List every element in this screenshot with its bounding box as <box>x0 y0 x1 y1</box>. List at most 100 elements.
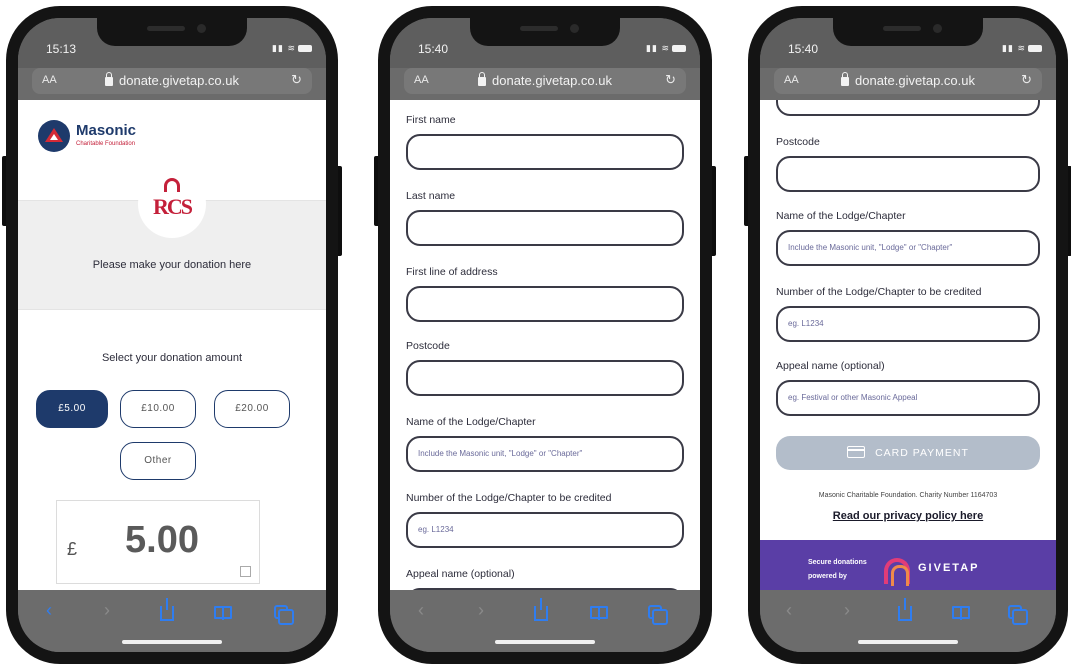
payment-page: Postcode Name of the Lodge/Chapter Inclu… <box>760 100 1056 590</box>
lock-icon <box>105 72 113 86</box>
signal-wifi-icon: ▮▮ ≋ <box>1002 43 1026 53</box>
amount-button-other[interactable]: Other <box>120 442 196 480</box>
back-icon[interactable]: ‹ <box>46 600 52 621</box>
lock-icon <box>478 72 486 86</box>
givetap-footer: Secure donations powered by GIVETAP <box>760 540 1056 590</box>
notch <box>833 18 983 46</box>
edit-icon <box>240 566 251 577</box>
url-display[interactable]: donate.givetap.co.uk <box>404 72 686 88</box>
brand-name: Masonic <box>76 122 137 139</box>
forward-icon[interactable]: › <box>104 600 110 621</box>
secure-line-1: Secure donations <box>808 559 867 566</box>
status-time: 15:13 <box>46 42 77 56</box>
rcs-logo: RCS <box>138 170 206 238</box>
share-icon[interactable] <box>534 598 548 621</box>
status-time: 15:40 <box>418 42 449 56</box>
url-display[interactable]: donate.givetap.co.uk <box>774 72 1042 88</box>
details-form-page: First name Last name First line of addre… <box>390 100 700 590</box>
phone-screen: 15:40 ▮▮ ≋ AA donate.givetap.co.uk ↻ Fir… <box>390 18 700 652</box>
back-icon[interactable]: ‹ <box>418 600 424 621</box>
phone-details-form: 15:40 ▮▮ ≋ AA donate.givetap.co.uk ↻ Fir… <box>374 6 716 664</box>
url-text: donate.givetap.co.uk <box>855 73 975 88</box>
notch <box>470 18 620 46</box>
privacy-policy-link[interactable]: Read our privacy policy here <box>760 510 1056 522</box>
share-icon[interactable] <box>898 598 912 621</box>
bookmarks-icon[interactable] <box>952 606 970 620</box>
appeal-name-label: Appeal name (optional) <box>406 568 515 580</box>
safari-toolbar: ‹ › <box>18 590 326 652</box>
phone-screen: 15:13 ▮▮ ≋ AA donate.givetap.co.uk ↻ Mas… <box>18 18 326 652</box>
appeal-name-field[interactable]: eg. Festival or other Masonic Appeal <box>776 380 1040 416</box>
home-indicator <box>122 640 222 644</box>
lodge-name-field[interactable]: Include the Masonic unit, "Lodge" or "Ch… <box>406 436 684 472</box>
postcode-label: Postcode <box>776 136 820 148</box>
card-payment-label: CARD PAYMENT <box>875 447 969 459</box>
safari-toolbar: ‹ › <box>760 590 1056 652</box>
address-bar[interactable]: AA donate.givetap.co.uk ↻ <box>774 68 1042 94</box>
forward-icon[interactable]: › <box>478 600 484 621</box>
url-display[interactable]: donate.givetap.co.uk <box>32 72 312 88</box>
battery-icon <box>672 45 686 52</box>
lodge-number-field[interactable]: eg. L1234 <box>406 512 684 548</box>
lodge-name-placeholder: Include the Masonic unit, "Lodge" or "Ch… <box>788 243 953 252</box>
tabs-icon[interactable] <box>274 605 294 625</box>
currency-symbol: £ <box>67 539 78 559</box>
lodge-name-field[interactable]: Include the Masonic unit, "Lodge" or "Ch… <box>776 230 1040 266</box>
padlock-icon <box>164 178 180 192</box>
first-name-field[interactable] <box>406 134 684 170</box>
amount-button-5[interactable]: £5.00 <box>36 390 108 428</box>
charity-number-text: Masonic Charitable Foundation. Charity N… <box>818 492 998 499</box>
masonic-emblem-icon <box>38 120 70 152</box>
previous-field[interactable] <box>776 100 1040 116</box>
amount-button-20[interactable]: £20.00 <box>214 390 290 428</box>
postcode-label: Postcode <box>406 340 450 352</box>
lodge-name-label: Name of the Lodge/Chapter <box>776 210 906 222</box>
amount-button-10[interactable]: £10.00 <box>120 390 196 428</box>
bookmarks-icon[interactable] <box>214 606 232 620</box>
card-payment-button[interactable]: CARD PAYMENT <box>776 436 1040 470</box>
reload-icon[interactable]: ↻ <box>665 72 676 88</box>
lodge-number-label: Number of the Lodge/Chapter to be credit… <box>776 286 982 298</box>
intro-text: Please make your donation here <box>92 259 252 271</box>
reload-icon[interactable]: ↻ <box>1021 72 1032 88</box>
share-icon[interactable] <box>160 598 174 621</box>
tabs-icon[interactable] <box>648 605 668 625</box>
home-indicator <box>858 640 958 644</box>
secure-donations-text: Secure donations powered by <box>808 556 867 584</box>
first-name-label: First name <box>406 114 456 126</box>
postcode-field[interactable] <box>406 360 684 396</box>
back-icon[interactable]: ‹ <box>786 600 792 621</box>
amount-value: 5.00 <box>125 519 199 561</box>
home-indicator <box>495 640 595 644</box>
last-name-field[interactable] <box>406 210 684 246</box>
rcs-logo-text: RCS <box>152 194 193 219</box>
forward-icon[interactable]: › <box>844 600 850 621</box>
amount-input[interactable]: £ 5.00 <box>56 500 260 584</box>
lodge-number-label: Number of the Lodge/Chapter to be credit… <box>406 492 612 504</box>
notch <box>97 18 247 46</box>
bookmarks-icon[interactable] <box>590 606 608 620</box>
secure-line-2: powered by <box>808 573 847 580</box>
signal-wifi-icon: ▮▮ ≋ <box>646 43 670 53</box>
lodge-name-placeholder: Include the Masonic unit, "Lodge" or "Ch… <box>418 449 583 458</box>
tabs-icon[interactable] <box>1008 605 1028 625</box>
lodge-name-label: Name of the Lodge/Chapter <box>406 416 536 428</box>
brand-subtitle: Charitable Foundation <box>76 141 136 147</box>
givetap-wordmark: GIVETAP <box>918 562 980 574</box>
lodge-number-placeholder: eg. L1234 <box>788 319 824 328</box>
address-bar[interactable]: AA donate.givetap.co.uk ↻ <box>32 68 312 94</box>
address-field[interactable] <box>406 286 684 322</box>
safari-toolbar: ‹ › <box>390 590 700 652</box>
url-text: donate.givetap.co.uk <box>119 73 239 88</box>
givetap-logo-icon <box>884 558 910 586</box>
reload-icon[interactable]: ↻ <box>291 72 302 88</box>
lodge-number-field[interactable]: eg. L1234 <box>776 306 1040 342</box>
address-bar[interactable]: AA donate.givetap.co.uk ↻ <box>404 68 686 94</box>
donation-page: Masonic Charitable Foundation Please mak… <box>18 100 326 590</box>
battery-icon <box>1028 45 1042 52</box>
credit-card-icon <box>847 446 866 458</box>
appeal-name-label: Appeal name (optional) <box>776 360 885 372</box>
signal-wifi-icon: ▮▮ ≋ <box>272 43 296 53</box>
postcode-field[interactable] <box>776 156 1040 192</box>
address-label: First line of address <box>406 266 498 278</box>
